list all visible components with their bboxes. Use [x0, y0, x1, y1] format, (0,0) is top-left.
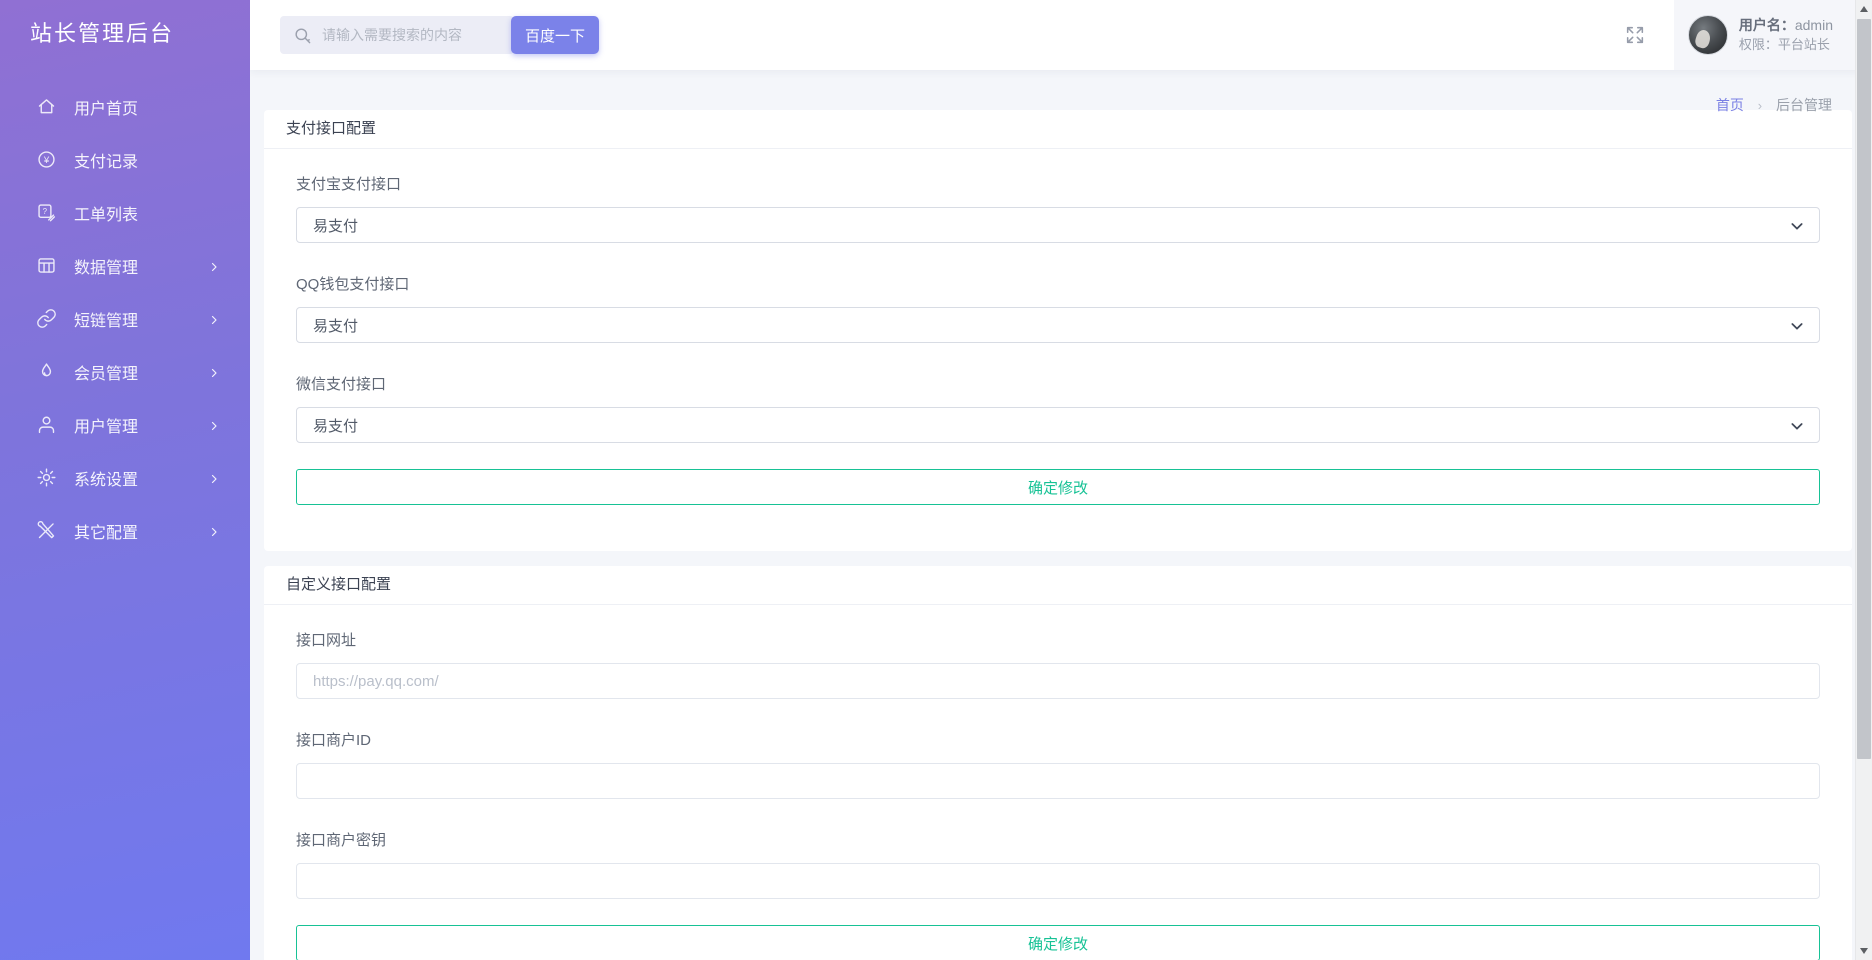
sidebar-item-label: 用户首页	[74, 100, 139, 118]
scrollbar-thumb[interactable]	[1857, 19, 1871, 759]
app-title: 站长管理后台	[30, 21, 175, 46]
wechat-interface-field: 微信支付接口 易支付	[296, 373, 1820, 443]
breadcrumb-separator-icon: ›	[1757, 98, 1763, 113]
chevron-right-icon	[208, 525, 220, 537]
sidebar-item-data-management[interactable]: 数据管理	[0, 239, 250, 292]
merchant-key-field: 接口商户密钥	[296, 829, 1820, 899]
main-area: 百度一下 用户名：admin 权限：平台站长	[250, 0, 1872, 960]
sidebar-item-label: 会员管理	[74, 365, 139, 383]
select-value: 易支付	[313, 217, 359, 235]
sidebar-item-label: 支付记录	[74, 153, 139, 171]
search-button[interactable]: 百度一下	[511, 16, 599, 54]
scrollbar-down-arrow-icon[interactable]	[1860, 948, 1868, 954]
link-icon	[36, 308, 57, 329]
gear-icon	[36, 467, 57, 488]
field-label: 微信支付接口	[296, 376, 387, 393]
table-icon	[36, 255, 57, 276]
card-title: 支付接口配置	[264, 110, 1852, 149]
confirm-custom-config-button[interactable]: 确定修改	[296, 925, 1820, 960]
chevron-right-icon	[208, 313, 220, 325]
sidebar-item-label: 数据管理	[74, 259, 139, 277]
home-icon	[36, 96, 57, 117]
merchant-id-input[interactable]	[296, 763, 1820, 799]
svg-text:¥: ¥	[43, 155, 50, 166]
breadcrumb-home-link[interactable]: 首页	[1716, 97, 1744, 113]
field-label: QQ钱包支付接口	[296, 276, 410, 293]
wechat-interface-select[interactable]: 易支付	[296, 407, 1820, 443]
chevron-right-icon	[208, 472, 220, 484]
card-title: 自定义接口配置	[264, 566, 1852, 605]
sidebar-item-member-management[interactable]: 会员管理	[0, 345, 250, 398]
fullscreen-expand-icon[interactable]	[1624, 24, 1646, 46]
custom-config-card: 自定义接口配置 接口网址 接口商户ID 接口商户密钥 确定修改	[264, 566, 1852, 960]
field-label: 接口商户ID	[296, 732, 372, 749]
chevron-down-icon	[1789, 218, 1805, 234]
sidebar-item-system-settings[interactable]: 系统设置	[0, 451, 250, 504]
sidebar-item-label: 用户管理	[74, 418, 139, 436]
sidebar-item-label: 系统设置	[74, 471, 139, 489]
chevron-right-icon	[208, 419, 220, 431]
qq-wallet-interface-field: QQ钱包支付接口 易支付	[296, 273, 1820, 343]
username-value: admin	[1794, 17, 1833, 33]
sidebar-menu: 用户首页 ¥ 支付记录 ? 工单列表 数据管理 短链管理 会员管理 用户管理 系…	[0, 80, 250, 557]
sidebar-item-other-config[interactable]: 其它配置	[0, 504, 250, 557]
field-label: 接口商户密钥	[296, 832, 387, 849]
breadcrumb-current: 后台管理	[1776, 97, 1832, 113]
content: 首页 › 后台管理 支付接口配置 支付宝支付接口 易支付 QQ钱包支付接口 易支…	[250, 70, 1872, 960]
card-body: 支付宝支付接口 易支付 QQ钱包支付接口 易支付 微信支付接口 易支付 确定修改	[264, 149, 1852, 551]
scrollbar-up-arrow-icon[interactable]	[1860, 6, 1868, 12]
qq-wallet-interface-select[interactable]: 易支付	[296, 307, 1820, 343]
search-icon	[295, 27, 311, 43]
page-scrollbar[interactable]	[1855, 0, 1872, 960]
api-url-input[interactable]	[296, 663, 1820, 699]
username-label: 用户名：	[1738, 17, 1795, 33]
chevron-right-icon	[208, 260, 220, 272]
topbar: 百度一下 用户名：admin 权限：平台站长	[250, 0, 1872, 70]
select-value: 易支付	[313, 317, 359, 335]
breadcrumb: 首页 › 后台管理	[264, 70, 1852, 113]
sidebar-item-user-home[interactable]: 用户首页	[0, 80, 250, 133]
payment-config-card: 支付接口配置 支付宝支付接口 易支付 QQ钱包支付接口 易支付 微信支付接口 易…	[264, 110, 1852, 551]
user-meta: 用户名：admin 权限：平台站长	[1739, 17, 1833, 53]
card-body: 接口网址 接口商户ID 接口商户密钥 确定修改	[264, 605, 1852, 960]
alipay-interface-field: 支付宝支付接口 易支付	[296, 173, 1820, 243]
field-label: 支付宝支付接口	[296, 176, 402, 193]
yen-circle-icon: ¥	[36, 149, 57, 170]
field-label: 接口网址	[296, 632, 357, 649]
merchant-key-input[interactable]	[296, 863, 1820, 899]
merchant-id-field: 接口商户ID	[296, 729, 1820, 799]
chevron-right-icon	[208, 366, 220, 378]
search-box	[280, 16, 514, 54]
svg-text:?: ?	[43, 207, 48, 216]
sidebar-item-label: 其它配置	[74, 524, 139, 542]
sidebar-item-user-management[interactable]: 用户管理	[0, 398, 250, 451]
sidebar: 站长管理后台 用户首页 ¥ 支付记录 ? 工单列表 数据管理 短链管理 会员管理…	[0, 0, 250, 960]
tools-icon	[36, 520, 57, 541]
sidebar-item-payment-records[interactable]: ¥ 支付记录	[0, 133, 250, 186]
role-value: 平台站长	[1777, 37, 1830, 52]
sidebar-item-shortlink-management[interactable]: 短链管理	[0, 292, 250, 345]
search-input[interactable]	[322, 27, 504, 43]
confirm-payment-config-button[interactable]: 确定修改	[296, 469, 1820, 505]
ticket-icon: ?	[36, 202, 57, 223]
user-panel[interactable]: 用户名：admin 权限：平台站长	[1673, 0, 1855, 70]
role-label: 权限：	[1738, 37, 1778, 52]
chevron-down-icon	[1789, 418, 1805, 434]
sidebar-item-label: 工单列表	[74, 206, 139, 224]
avatar	[1687, 15, 1728, 55]
sidebar-item-label: 短链管理	[74, 312, 139, 330]
alipay-interface-select[interactable]: 易支付	[296, 207, 1820, 243]
topbar-right: 用户名：admin 权限：平台站长	[1624, 0, 1872, 70]
api-url-field: 接口网址	[296, 629, 1820, 699]
chevron-down-icon	[1789, 318, 1805, 334]
user-icon	[36, 414, 57, 435]
select-value: 易支付	[313, 417, 359, 435]
flame-icon	[36, 361, 57, 382]
sidebar-item-ticket-list[interactable]: ? 工单列表	[0, 186, 250, 239]
